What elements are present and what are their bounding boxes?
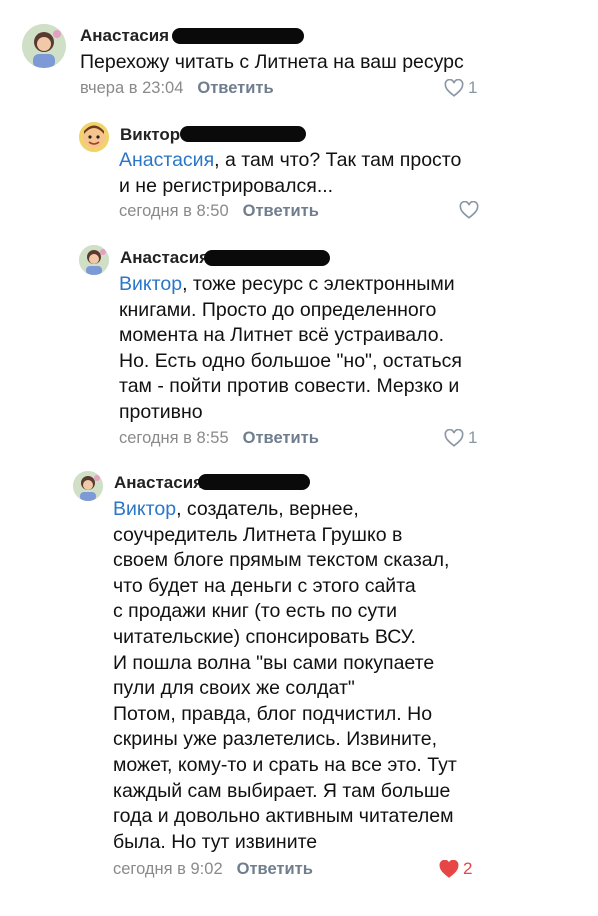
heart-icon: [459, 201, 479, 219]
heart-filled-icon: [439, 860, 459, 878]
reply-button[interactable]: Ответить: [243, 429, 319, 447]
redacted-surname: [204, 250, 330, 266]
comment-text: Анастасия, а там что? Так там просто и н…: [119, 149, 462, 197]
comment-time: сегодня в 9:02: [113, 860, 223, 878]
comment-author[interactable]: Анастасия: [80, 26, 169, 46]
comment-time: вчера в 23:04: [80, 79, 184, 97]
like-button[interactable]: 1: [444, 78, 477, 98]
like-button[interactable]: 1: [444, 428, 477, 448]
comment-text: Перехожу читать с Литнета на ваш ресурс: [80, 51, 464, 73]
redacted-surname: [180, 126, 306, 142]
reply-button[interactable]: Ответить: [243, 202, 319, 220]
comment-author[interactable]: Анастасия: [114, 473, 203, 493]
mention-link[interactable]: Виктор: [119, 273, 182, 295]
like-count: 2: [463, 859, 473, 878]
like-count: 1: [468, 428, 478, 447]
reply-button[interactable]: Ответить: [237, 860, 313, 878]
redacted-surname: [198, 474, 310, 490]
like-button[interactable]: [459, 201, 483, 219]
redacted-surname: [172, 28, 304, 44]
heart-icon: [444, 429, 464, 447]
comment-author[interactable]: Виктор: [120, 125, 180, 145]
avatar[interactable]: [22, 24, 66, 68]
comment-meta: сегодня в 8:50 Ответить: [119, 202, 319, 221]
avatar[interactable]: [79, 122, 109, 152]
reply-button[interactable]: Ответить: [197, 79, 273, 97]
comment-text: Виктор, создатель, вернее, соучредитель …: [113, 498, 457, 853]
avatar[interactable]: [73, 471, 103, 501]
comment-meta: вчера в 23:04 Ответить: [80, 79, 274, 98]
comment-time: сегодня в 8:55: [119, 429, 229, 447]
comment-time: сегодня в 8:50: [119, 202, 229, 220]
comment-text: Виктор, тоже ресурс с электронными книга…: [119, 273, 462, 423]
like-button[interactable]: 2: [439, 859, 472, 879]
heart-icon: [444, 79, 464, 97]
comment-meta: сегодня в 8:55 Ответить: [119, 429, 319, 448]
comment-meta: сегодня в 9:02 Ответить: [113, 860, 313, 879]
mention-link[interactable]: Анастасия: [119, 149, 214, 171]
comment-author[interactable]: Анастасия: [120, 248, 209, 268]
mention-link[interactable]: Виктор: [113, 498, 176, 520]
like-count: 1: [468, 78, 478, 97]
avatar[interactable]: [79, 245, 109, 275]
